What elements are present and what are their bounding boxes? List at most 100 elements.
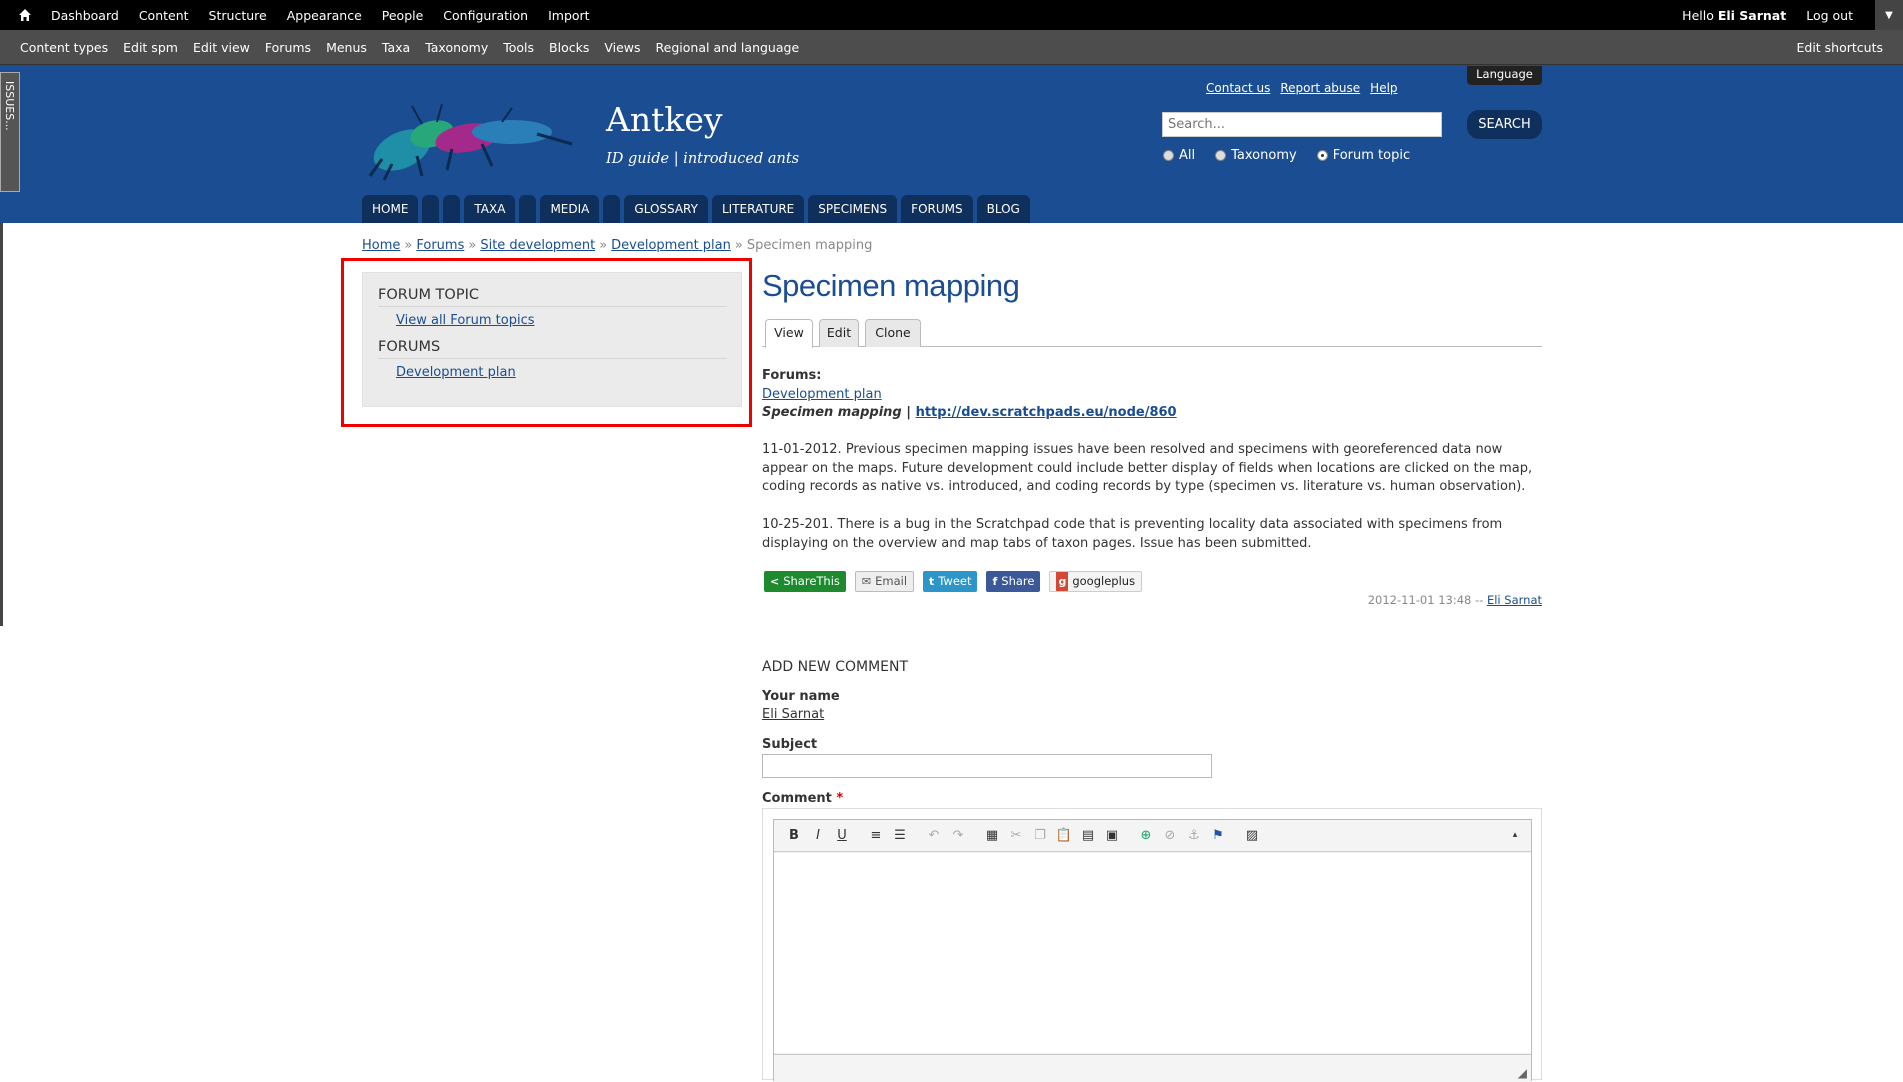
post-author-link[interactable]: Eli Sarnat <box>1487 593 1542 607</box>
radio-selected-icon <box>1316 150 1328 161</box>
reference-separator: | <box>901 405 916 420</box>
shortcuts-toggle-button[interactable]: ▼ <box>1875 0 1903 30</box>
paste-icon[interactable]: 📋 <box>1052 828 1076 843</box>
nav-blank-2[interactable] <box>443 195 461 223</box>
select-all-icon[interactable]: ▦ <box>980 828 1004 843</box>
anchor-icon[interactable]: ⚓ <box>1182 828 1206 843</box>
nav-taxa[interactable]: TAXA <box>464 195 516 223</box>
undo-icon[interactable]: ↶ <box>922 828 946 843</box>
nav-blank-3[interactable] <box>519 195 537 223</box>
home-icon[interactable] <box>17 7 33 23</box>
redo-icon[interactable]: ↷ <box>946 828 970 843</box>
nav-blank-1[interactable] <box>422 195 440 223</box>
nav-blog[interactable]: BLOG <box>976 195 1030 223</box>
image-icon[interactable]: ▨ <box>1240 828 1264 843</box>
email-label: Email <box>875 574 908 588</box>
search-button[interactable]: SEARCH <box>1467 110 1542 139</box>
nav-home[interactable]: HOME <box>362 195 419 223</box>
unlink-icon[interactable]: ⊘ <box>1158 828 1182 843</box>
local-tabs: View Edit Clone <box>762 319 1542 348</box>
shortcut-forums[interactable]: Forums <box>265 40 311 55</box>
breadcrumb-separator: » <box>734 238 743 253</box>
facebook-share-button[interactable]: f Share <box>986 571 1041 592</box>
tab-clone[interactable]: Clone <box>865 319 921 347</box>
collapse-toolbar-icon[interactable]: ▴ <box>1503 830 1527 840</box>
search-input[interactable] <box>1162 112 1442 137</box>
italic-icon[interactable]: I <box>806 828 830 843</box>
issues-tab[interactable]: ISSUES... <box>0 72 20 192</box>
contact-us-link[interactable]: Contact us <box>1206 81 1270 95</box>
radio-label: Forum topic <box>1332 148 1411 163</box>
admin-menu-dashboard[interactable]: Dashboard <box>51 8 119 23</box>
forums-development-plan-link[interactable]: Development plan <box>762 387 882 402</box>
search-scope-taxonomy[interactable]: Taxonomy <box>1215 148 1297 163</box>
nav-forums[interactable]: FORUMS <box>901 195 973 223</box>
shortcut-edit-view[interactable]: Edit view <box>193 40 250 55</box>
shortcut-taxonomy[interactable]: Taxonomy <box>425 40 488 55</box>
your-name-link[interactable]: Eli Sarnat <box>762 706 824 725</box>
admin-menu-people[interactable]: People <box>382 8 424 23</box>
email-button[interactable]: ✉ Email <box>854 571 915 592</box>
shortcut-menus[interactable]: Menus <box>326 40 367 55</box>
admin-menu-structure[interactable]: Structure <box>209 8 267 23</box>
tab-view[interactable]: View <box>765 319 813 348</box>
search-scope-forum-topic[interactable]: Forum topic <box>1316 148 1411 163</box>
comment-label-text: Comment <box>762 791 832 806</box>
search-scope-all[interactable]: All <box>1163 148 1195 163</box>
nav-specimens[interactable]: SPECIMENS <box>808 195 898 223</box>
shortcut-blocks[interactable]: Blocks <box>549 40 589 55</box>
nav-media[interactable]: MEDIA <box>540 195 600 223</box>
sidebar-development-plan-link[interactable]: Development plan <box>396 365 516 380</box>
help-link[interactable]: Help <box>1370 81 1397 95</box>
admin-menu-import[interactable]: Import <box>548 8 590 23</box>
numbered-list-icon[interactable]: ≡ <box>864 828 888 843</box>
site-name[interactable]: Antkey <box>606 100 723 139</box>
report-abuse-link[interactable]: Report abuse <box>1280 81 1360 95</box>
comment-textarea[interactable] <box>774 853 1531 1053</box>
admin-menu-appearance[interactable]: Appearance <box>287 8 362 23</box>
shortcut-bar: Content types Edit spm Edit view Forums … <box>0 30 1903 65</box>
breadcrumb-development-plan[interactable]: Development plan <box>611 238 731 253</box>
paste-word-icon[interactable]: ▣ <box>1100 828 1124 843</box>
reference-url-link[interactable]: http://dev.scratchpads.eu/node/860 <box>916 405 1177 420</box>
link-icon[interactable]: ⊕ <box>1134 828 1158 843</box>
flag-icon[interactable]: ⚑ <box>1206 828 1230 843</box>
bulleted-list-icon[interactable]: ☰ <box>888 828 912 843</box>
shortcut-taxa[interactable]: Taxa <box>382 40 410 55</box>
view-all-forum-topics-link[interactable]: View all Forum topics <box>396 313 535 328</box>
admin-menu-content[interactable]: Content <box>139 8 189 23</box>
paste-text-icon[interactable]: ▤ <box>1076 828 1100 843</box>
resize-handle-icon[interactable]: ◢ <box>1518 1066 1527 1080</box>
language-switcher[interactable]: Language <box>1467 66 1542 85</box>
bold-icon[interactable]: B <box>782 828 806 843</box>
googleplus-button[interactable]: g googleplus <box>1049 571 1143 592</box>
shortcut-edit-spm[interactable]: Edit spm <box>123 40 178 55</box>
subject-input[interactable] <box>762 754 1212 778</box>
site-logo[interactable] <box>362 104 584 182</box>
reference-line: Specimen mapping | http://dev.scratchpad… <box>762 404 1542 423</box>
edit-shortcuts-link[interactable]: Edit shortcuts <box>1796 30 1883 65</box>
logout-link[interactable]: Log out <box>1806 8 1853 23</box>
cut-icon[interactable]: ✂ <box>1004 828 1028 843</box>
subject-label: Subject <box>762 737 818 752</box>
nav-literature[interactable]: LITERATURE <box>711 195 805 223</box>
breadcrumb-site-development[interactable]: Site development <box>480 238 595 253</box>
shortcut-regional-language[interactable]: Regional and language <box>656 40 800 55</box>
main-nav: HOME TAXA MEDIA GLOSSARY LITERATURE SPEC… <box>362 195 1034 223</box>
admin-menu-configuration[interactable]: Configuration <box>443 8 528 23</box>
shortcut-content-types[interactable]: Content types <box>20 40 108 55</box>
nav-glossary[interactable]: GLOSSARY <box>624 195 708 223</box>
shortcut-views[interactable]: Views <box>604 40 640 55</box>
sharethis-button[interactable]: < ShareThis <box>764 571 846 592</box>
breadcrumb-forums[interactable]: Forums <box>416 238 464 253</box>
nav-blank-4[interactable] <box>603 195 621 223</box>
shortcut-tools[interactable]: Tools <box>503 40 534 55</box>
copy-icon[interactable]: ❐ <box>1028 828 1052 843</box>
tweet-button[interactable]: t Tweet <box>923 571 978 592</box>
underline-icon[interactable]: U <box>830 828 854 843</box>
page-title: Specimen mapping <box>762 268 1020 303</box>
breadcrumb-home[interactable]: Home <box>362 238 400 253</box>
add-comment-heading: ADD NEW COMMENT <box>762 659 909 675</box>
forum-topic-heading: FORUM TOPIC <box>378 287 727 307</box>
tab-edit[interactable]: Edit <box>819 319 859 347</box>
